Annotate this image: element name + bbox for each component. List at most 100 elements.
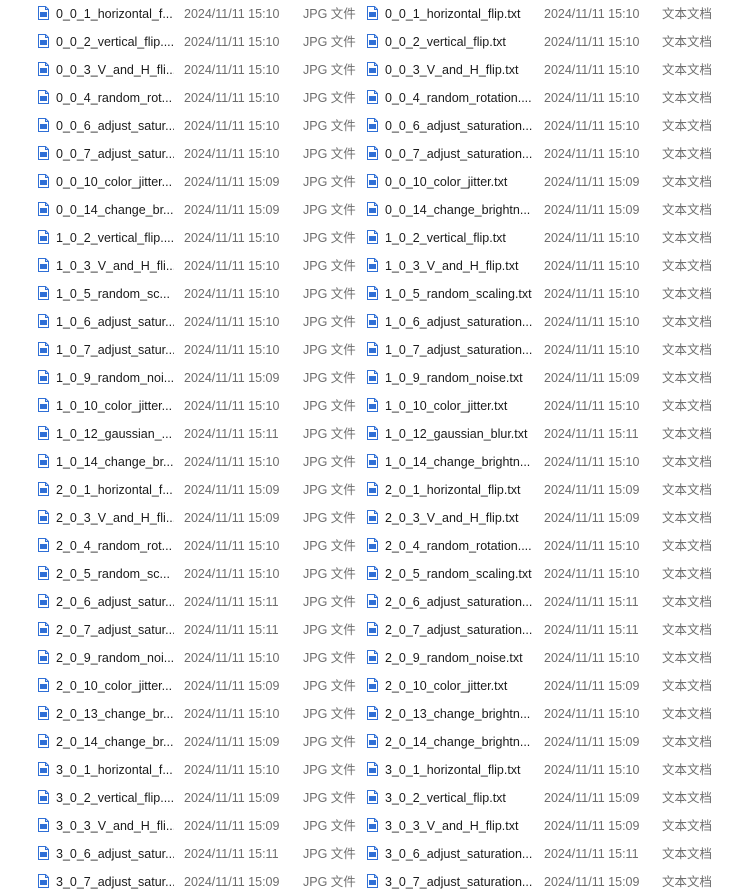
text-file-icon[interactable] xyxy=(367,622,378,636)
image-file-icon[interactable] xyxy=(38,398,49,412)
txt-file-name[interactable]: 0_0_6_adjust_saturation... xyxy=(385,112,535,140)
text-file-icon[interactable] xyxy=(367,62,378,76)
txt-file-name[interactable]: 2_0_5_random_scaling.txt xyxy=(385,560,535,588)
txt-file-name[interactable]: 3_0_7_adjust_saturation... xyxy=(385,868,535,893)
jpg-file-name[interactable]: 0_0_2_vertical_flip.... xyxy=(56,28,174,56)
file-row[interactable]: 2_0_3_V_and_H_fli... 2024/11/11 15:09 JP… xyxy=(0,504,750,532)
file-row[interactable]: 1_0_14_change_br... 2024/11/11 15:10 JPG… xyxy=(0,448,750,476)
jpg-file-name[interactable]: 1_0_9_random_noi... xyxy=(56,364,174,392)
file-row[interactable]: 2_0_13_change_br... 2024/11/11 15:10 JPG… xyxy=(0,700,750,728)
text-file-icon[interactable] xyxy=(367,230,378,244)
text-file-icon[interactable] xyxy=(367,650,378,664)
file-row[interactable]: 1_0_6_adjust_satur... 2024/11/11 15:10 J… xyxy=(0,308,750,336)
file-row[interactable]: 0_0_4_random_rot... 2024/11/11 15:10 JPG… xyxy=(0,84,750,112)
jpg-file-name[interactable]: 0_0_6_adjust_satur... xyxy=(56,112,174,140)
file-row[interactable]: 1_0_7_adjust_satur... 2024/11/11 15:10 J… xyxy=(0,336,750,364)
image-file-icon[interactable] xyxy=(38,342,49,356)
text-file-icon[interactable] xyxy=(367,34,378,48)
text-file-icon[interactable] xyxy=(367,146,378,160)
jpg-file-name[interactable]: 1_0_12_gaussian_... xyxy=(56,420,174,448)
txt-file-name[interactable]: 0_0_4_random_rotation.... xyxy=(385,84,535,112)
jpg-file-name[interactable]: 0_0_3_V_and_H_fli... xyxy=(56,56,174,84)
file-row[interactable]: 3_0_1_horizontal_f... 2024/11/11 15:10 J… xyxy=(0,756,750,784)
text-file-icon[interactable] xyxy=(367,538,378,552)
txt-file-name[interactable]: 0_0_10_color_jitter.txt xyxy=(385,168,535,196)
file-row[interactable]: 1_0_10_color_jitter... 2024/11/11 15:10 … xyxy=(0,392,750,420)
image-file-icon[interactable] xyxy=(38,6,49,20)
txt-file-name[interactable]: 2_0_14_change_brightn... xyxy=(385,728,535,756)
file-row[interactable]: 2_0_7_adjust_satur... 2024/11/11 15:11 J… xyxy=(0,616,750,644)
text-file-icon[interactable] xyxy=(367,762,378,776)
image-file-icon[interactable] xyxy=(38,258,49,272)
file-row[interactable]: 3_0_3_V_and_H_fli... 2024/11/11 15:09 JP… xyxy=(0,812,750,840)
text-file-icon[interactable] xyxy=(367,174,378,188)
jpg-file-name[interactable]: 3_0_2_vertical_flip.... xyxy=(56,784,174,812)
txt-file-name[interactable]: 0_0_1_horizontal_flip.txt xyxy=(385,0,535,28)
text-file-icon[interactable] xyxy=(367,258,378,272)
text-file-icon[interactable] xyxy=(367,398,378,412)
jpg-file-name[interactable]: 2_0_10_color_jitter... xyxy=(56,672,174,700)
jpg-file-name[interactable]: 3_0_1_horizontal_f... xyxy=(56,756,174,784)
text-file-icon[interactable] xyxy=(367,6,378,20)
image-file-icon[interactable] xyxy=(38,202,49,216)
txt-file-name[interactable]: 2_0_4_random_rotation.... xyxy=(385,532,535,560)
txt-file-name[interactable]: 1_0_14_change_brightn... xyxy=(385,448,535,476)
file-row[interactable]: 3_0_2_vertical_flip.... 2024/11/11 15:09… xyxy=(0,784,750,812)
text-file-icon[interactable] xyxy=(367,566,378,580)
image-file-icon[interactable] xyxy=(38,706,49,720)
jpg-file-name[interactable]: 2_0_4_random_rot... xyxy=(56,532,174,560)
text-file-icon[interactable] xyxy=(367,678,378,692)
jpg-file-name[interactable]: 2_0_5_random_sc... xyxy=(56,560,174,588)
txt-file-name[interactable]: 2_0_13_change_brightn... xyxy=(385,700,535,728)
text-file-icon[interactable] xyxy=(367,118,378,132)
jpg-file-name[interactable]: 2_0_3_V_and_H_fli... xyxy=(56,504,174,532)
text-file-icon[interactable] xyxy=(367,594,378,608)
txt-file-name[interactable]: 1_0_7_adjust_saturation... xyxy=(385,336,535,364)
jpg-file-name[interactable]: 3_0_3_V_and_H_fli... xyxy=(56,812,174,840)
jpg-file-name[interactable]: 2_0_6_adjust_satur... xyxy=(56,588,174,616)
txt-file-name[interactable]: 1_0_3_V_and_H_flip.txt xyxy=(385,252,535,280)
jpg-file-name[interactable]: 3_0_7_adjust_satur... xyxy=(56,868,174,893)
txt-file-name[interactable]: 3_0_1_horizontal_flip.txt xyxy=(385,756,535,784)
text-file-icon[interactable] xyxy=(367,286,378,300)
file-row[interactable]: 0_0_3_V_and_H_fli... 2024/11/11 15:10 JP… xyxy=(0,56,750,84)
jpg-file-name[interactable]: 2_0_13_change_br... xyxy=(56,700,174,728)
image-file-icon[interactable] xyxy=(38,118,49,132)
file-row[interactable]: 2_0_9_random_noi... 2024/11/11 15:10 JPG… xyxy=(0,644,750,672)
image-file-icon[interactable] xyxy=(38,762,49,776)
txt-file-name[interactable]: 3_0_2_vertical_flip.txt xyxy=(385,784,535,812)
jpg-file-name[interactable]: 0_0_10_color_jitter... xyxy=(56,168,174,196)
txt-file-name[interactable]: 0_0_14_change_brightn... xyxy=(385,196,535,224)
file-row[interactable]: 2_0_6_adjust_satur... 2024/11/11 15:11 J… xyxy=(0,588,750,616)
file-row[interactable]: 0_0_10_color_jitter... 2024/11/11 15:09 … xyxy=(0,168,750,196)
text-file-icon[interactable] xyxy=(367,706,378,720)
file-row[interactable]: 2_0_10_color_jitter... 2024/11/11 15:09 … xyxy=(0,672,750,700)
image-file-icon[interactable] xyxy=(38,594,49,608)
txt-file-name[interactable]: 2_0_3_V_and_H_flip.txt xyxy=(385,504,535,532)
image-file-icon[interactable] xyxy=(38,230,49,244)
image-file-icon[interactable] xyxy=(38,734,49,748)
image-file-icon[interactable] xyxy=(38,874,49,888)
image-file-icon[interactable] xyxy=(38,90,49,104)
text-file-icon[interactable] xyxy=(367,818,378,832)
jpg-file-name[interactable]: 0_0_7_adjust_satur... xyxy=(56,140,174,168)
file-row[interactable]: 3_0_6_adjust_satur... 2024/11/11 15:11 J… xyxy=(0,840,750,868)
jpg-file-name[interactable]: 1_0_6_adjust_satur... xyxy=(56,308,174,336)
file-row[interactable]: 2_0_5_random_sc... 2024/11/11 15:10 JPG … xyxy=(0,560,750,588)
text-file-icon[interactable] xyxy=(367,510,378,524)
text-file-icon[interactable] xyxy=(367,734,378,748)
file-row[interactable]: 0_0_14_change_br... 2024/11/11 15:09 JPG… xyxy=(0,196,750,224)
txt-file-name[interactable]: 0_0_2_vertical_flip.txt xyxy=(385,28,535,56)
image-file-icon[interactable] xyxy=(38,566,49,580)
text-file-icon[interactable] xyxy=(367,370,378,384)
text-file-icon[interactable] xyxy=(367,454,378,468)
txt-file-name[interactable]: 1_0_10_color_jitter.txt xyxy=(385,392,535,420)
image-file-icon[interactable] xyxy=(38,454,49,468)
jpg-file-name[interactable]: 1_0_3_V_and_H_fli... xyxy=(56,252,174,280)
text-file-icon[interactable] xyxy=(367,846,378,860)
jpg-file-name[interactable]: 0_0_4_random_rot... xyxy=(56,84,174,112)
text-file-icon[interactable] xyxy=(367,426,378,440)
jpg-file-name[interactable]: 2_0_14_change_br... xyxy=(56,728,174,756)
text-file-icon[interactable] xyxy=(367,482,378,496)
file-row[interactable]: 0_0_1_horizontal_f... 2024/11/11 15:10 J… xyxy=(0,0,750,28)
